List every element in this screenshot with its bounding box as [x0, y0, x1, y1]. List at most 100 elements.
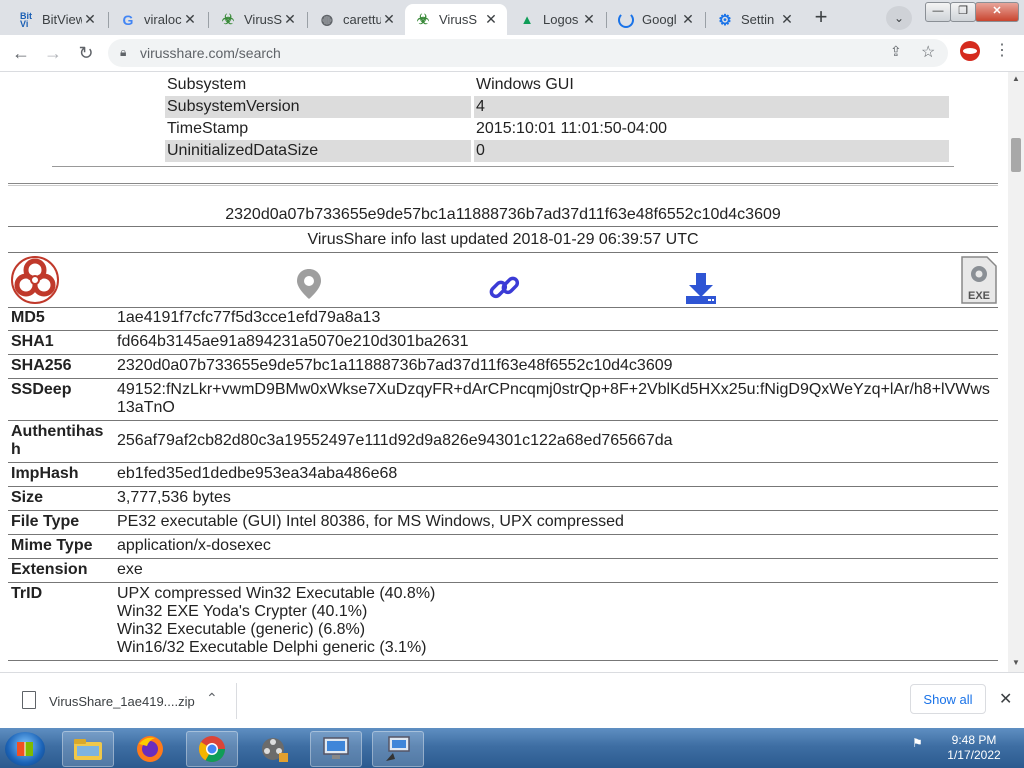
tab-logos[interactable]: ▲ Logos ✕ [509, 4, 605, 35]
tab-settings[interactable]: ⚙ Settin ✕ [707, 4, 803, 35]
settings-icon: ⚙ [718, 11, 732, 29]
row-value: 1ae4191f7cfc77f5d3cce1efd79a8a13 [114, 307, 998, 331]
bookmark-star-icon[interactable]: ☆ [921, 42, 935, 62]
tab-strip: BitVi BitView ✕ G viraloc ✕ ☣ VirusSh ✕ … [0, 0, 1024, 35]
clock-date: 1/17/2022 [947, 748, 1001, 762]
browser-toolbar: ← → ↻ 🔒︎ virusshare.com/search ⇪ ☆ [0, 35, 1024, 72]
close-tab-icon[interactable]: ✕ [581, 11, 597, 28]
tab-title: VirusS [439, 12, 478, 27]
tab-carettu[interactable]: ◍ carettu ✕ [309, 4, 405, 35]
chrome-taskbar-button[interactable] [186, 731, 238, 767]
table-row: SSDeep 49152:fNzLkr+vwmD9BMw0xWkse7XuDzq… [8, 378, 998, 421]
row-value: eb1fed35ed1dedbe953ea34aba486e68 [114, 462, 998, 487]
start-button[interactable] [5, 732, 45, 766]
divider [236, 683, 237, 719]
reload-button[interactable]: ↻ [74, 41, 98, 65]
divider [8, 183, 998, 186]
media-taskbar-button[interactable] [248, 731, 300, 767]
pe-key: UninitializedDataSize [165, 140, 474, 162]
tab-virusshare-active[interactable]: ☣ VirusS ✕ [405, 4, 507, 35]
pe-value: 2015:10:01 11:01:50-04:00 [476, 120, 667, 137]
new-tab-button[interactable]: + [808, 6, 834, 30]
maximize-button[interactable]: ❐ [950, 2, 976, 22]
biohazard-icon[interactable] [10, 256, 60, 309]
link-icon[interactable] [488, 272, 520, 309]
vertical-scrollbar[interactable]: ▲ ▼ [1008, 72, 1024, 672]
row-value: 2320d0a07b733655e9de57bc1a11888736b7ad37… [114, 354, 998, 379]
close-tab-icon[interactable]: ✕ [182, 11, 198, 28]
tab-viraloc[interactable]: G viraloc ✕ [110, 4, 206, 35]
film-reel-icon [262, 738, 288, 762]
exe-file-icon[interactable]: EXE [961, 256, 997, 309]
tab-bitview[interactable]: Bit Vi BitView ✕ [8, 4, 106, 35]
sha256-heading[interactable]: 2320d0a07b733655e9de57bc1a11888736b7ad37… [8, 206, 998, 224]
minimize-button[interactable]: — [925, 2, 951, 22]
row-key: Authentihash [8, 420, 114, 463]
firefox-taskbar-button[interactable] [124, 731, 176, 767]
trid-key: TrID [8, 582, 114, 661]
scroll-down-icon[interactable]: ▼ [1012, 658, 1020, 667]
download-icon[interactable] [684, 272, 718, 309]
pe-value: Windows GUI [476, 76, 574, 93]
tab-separator [108, 12, 109, 28]
scroll-up-icon[interactable]: ▲ [1012, 74, 1020, 83]
row-value: PE32 executable (GUI) Intel 80386, for M… [114, 510, 998, 535]
tab-title: BitView [42, 12, 82, 27]
pe-value: 4 [472, 96, 949, 118]
close-tab-icon[interactable]: ✕ [779, 11, 795, 28]
close-tab-icon[interactable]: ✕ [381, 11, 397, 28]
url-text[interactable]: virusshare.com/search [140, 45, 281, 61]
table-row: MD5 1ae4191f7cfc77f5d3cce1efd79a8a13 [8, 307, 998, 331]
tray-flag-icon[interactable]: ⚑ [912, 736, 923, 750]
drive-icon: ▲ [520, 12, 534, 27]
download-filename[interactable]: VirusShare_1ae419....zip [49, 694, 195, 709]
google-icon: G [122, 11, 134, 28]
taskbar-clock[interactable]: 9:48 PM 1/17/2022 [944, 733, 1004, 763]
page-content: Subsystem Windows GUI SubsystemVersion 4… [0, 72, 1008, 672]
lock-icon[interactable]: 🔒︎ [120, 45, 126, 60]
tab-search-chevron-icon[interactable]: ⌄ [886, 6, 912, 30]
scrollbar-thumb[interactable] [1011, 138, 1021, 172]
map-pin-icon[interactable] [296, 268, 322, 305]
table-row: UninitializedDataSize 0 [165, 140, 949, 162]
close-icon[interactable]: ✕ [999, 689, 1012, 709]
close-tab-icon[interactable]: ✕ [282, 11, 298, 28]
close-tab-icon[interactable]: ✕ [680, 11, 696, 28]
tab-google[interactable]: Googl ✕ [608, 4, 704, 35]
folder-icon [74, 739, 102, 760]
table-row: ImpHash eb1fed35ed1dedbe953ea34aba486e68 [8, 462, 998, 487]
table-row: Mime Type application/x-dosexec [8, 534, 998, 559]
tab-virusshare-1[interactable]: ☣ VirusSh ✕ [210, 4, 306, 35]
tab-title: viraloc [144, 12, 182, 27]
share-icon[interactable]: ⇪ [890, 43, 902, 60]
pe-key: SubsystemVersion [165, 96, 474, 118]
table-row: Extension exe [8, 558, 998, 583]
close-tab-icon[interactable]: ✕ [483, 11, 499, 28]
trid-line: Win32 Executable (generic) (6.8%) [117, 621, 366, 638]
row-value: 256af79af2cb82d80c3a19552497e111d92d9a82… [114, 420, 998, 463]
close-tab-icon[interactable]: ✕ [82, 11, 98, 28]
row-value: 3,777,536 bytes [114, 486, 998, 511]
table-row: SHA256 2320d0a07b733655e9de57bc1a1188873… [8, 354, 998, 379]
show-all-button[interactable]: Show all [910, 684, 986, 714]
back-button[interactable]: ← [9, 41, 33, 65]
file-icon[interactable] [22, 691, 36, 709]
divider [8, 252, 998, 253]
menu-kebab-icon[interactable]: ⋮ [994, 40, 1010, 60]
row-value: 49152:fNzLkr+vwmD9BMw0xWkse7XuDzqyFR+dAr… [114, 378, 998, 421]
extension-icon[interactable] [960, 41, 980, 61]
explorer-taskbar-button[interactable] [62, 731, 114, 767]
network-taskbar-button[interactable] [310, 731, 362, 767]
remote-taskbar-button[interactable] [372, 731, 424, 767]
row-key: Size [8, 486, 114, 511]
close-window-button[interactable]: ✕ [975, 2, 1019, 22]
chevron-up-icon[interactable]: ⌃ [206, 690, 218, 707]
table-row: TrID UPX compressed Win32 Executable (40… [8, 582, 998, 661]
row-key: ImpHash [8, 462, 114, 487]
table-row: TimeStamp 2015:10:01 11:01:50-04:00 [165, 118, 949, 140]
table-row: Subsystem Windows GUI [165, 74, 949, 96]
address-bar[interactable]: 🔒︎ virusshare.com/search ⇪ ☆ [108, 39, 948, 67]
table-row: Size 3,777,536 bytes [8, 486, 998, 511]
tab-title: VirusSh [244, 12, 282, 27]
forward-button[interactable]: → [41, 41, 65, 65]
